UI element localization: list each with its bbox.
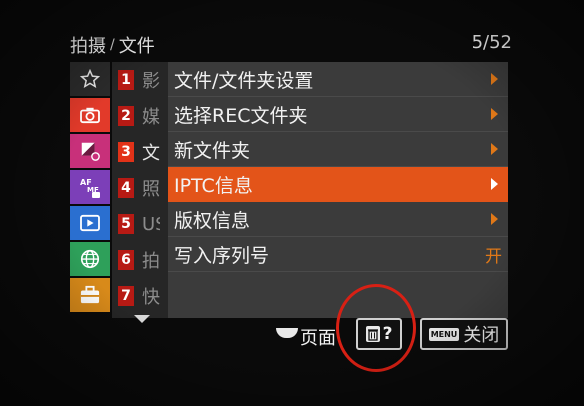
af-mf-icon: AF MF	[80, 178, 100, 198]
subpage-item-active[interactable]: 3 文	[118, 137, 168, 167]
menu-item-file-folder-settings[interactable]: 文件/文件夹设置	[168, 62, 508, 97]
subpage-item[interactable]: 2 媒	[118, 101, 168, 131]
subpage-list: 1 影 2 媒 3 文 4 照 5 US 6 拍 7 快	[112, 62, 168, 318]
star-icon	[80, 69, 100, 89]
menu-item-write-serial-number[interactable]: 写入序列号 开	[168, 237, 508, 272]
scroll-down-indicator	[134, 315, 150, 323]
subpage-label: 媒	[142, 107, 160, 128]
subpage-number: 3	[118, 142, 134, 162]
page-hint: 页面	[276, 322, 336, 352]
breadcrumb-section: 文件	[118, 36, 155, 57]
subpage-number: 2	[118, 106, 134, 126]
tab-setup[interactable]	[70, 278, 110, 312]
exposure-icon	[81, 142, 100, 161]
subpage-item[interactable]: 6 拍	[118, 245, 168, 275]
menu-item-label: 新文件夹	[174, 139, 251, 162]
breadcrumb-separator: /	[110, 37, 115, 53]
menu-key-icon: MENU	[428, 327, 460, 341]
chevron-right-icon	[491, 73, 498, 85]
chevron-right-icon	[491, 178, 498, 190]
menu-item-label: 写入序列号	[174, 244, 270, 267]
playback-icon	[80, 214, 100, 232]
subpage-label: 拍	[142, 251, 160, 272]
camera-icon	[80, 107, 100, 124]
subpage-number: 6	[118, 250, 134, 270]
menu-item-label: 选择REC文件夹	[174, 104, 308, 127]
menu-item-label: 文件/文件夹设置	[174, 69, 314, 92]
subpage-item[interactable]: 5 US	[118, 209, 168, 239]
page-indicator: 5/52	[471, 32, 512, 53]
close-label: 关闭	[463, 325, 500, 346]
subpage-label: 影	[142, 71, 160, 92]
menu-item-label: 版权信息	[174, 209, 251, 232]
subpage-number: 5	[118, 214, 134, 234]
subpage-label: 文	[142, 143, 160, 164]
tab-playback[interactable]	[70, 206, 110, 240]
subpage-item[interactable]: 4 照	[118, 173, 168, 203]
subpage-number: 1	[118, 70, 134, 90]
menu-item-iptc-info[interactable]: IPTC信息	[168, 167, 508, 202]
chevron-right-icon	[491, 213, 498, 225]
tab-shooting[interactable]	[70, 98, 110, 132]
subpage-item[interactable]: 1 影	[118, 65, 168, 95]
tab-network[interactable]	[70, 242, 110, 276]
subpage-label: 照	[142, 179, 160, 200]
chevron-right-icon	[491, 108, 498, 120]
tab-favorites[interactable]	[70, 62, 110, 96]
breadcrumb-tab: 拍摄	[70, 36, 106, 57]
tab-focus[interactable]: AF MF	[70, 170, 110, 204]
toolbox-icon	[80, 285, 100, 304]
menu-item-copyright-info[interactable]: 版权信息	[168, 202, 508, 237]
menu-item-select-rec-folder[interactable]: 选择REC文件夹	[168, 97, 508, 132]
tab-exposure[interactable]	[70, 134, 110, 168]
control-wheel-icon	[276, 328, 298, 338]
subpage-label: 快	[142, 287, 160, 308]
page-hint-label: 页面	[300, 328, 336, 349]
breadcrumb: 拍摄 / 文件	[70, 32, 155, 58]
subpage-label: US	[142, 213, 160, 235]
network-icon	[80, 249, 100, 269]
menu-item-label: IPTC信息	[174, 174, 253, 197]
close-button[interactable]: MENU 关闭	[420, 318, 508, 350]
chevron-right-icon	[491, 143, 498, 155]
setting-value: 开	[485, 246, 502, 267]
menu-item-new-folder[interactable]: 新文件夹	[168, 132, 508, 167]
menu-panel: 文件/文件夹设置 选择REC文件夹 新文件夹 IPTC信息 版权信息 写入序列号…	[168, 62, 508, 318]
subpage-item[interactable]: 7 快	[118, 281, 168, 311]
annotation-circle	[336, 284, 416, 372]
subpage-number: 4	[118, 178, 134, 198]
subpage-number: 7	[118, 286, 134, 306]
